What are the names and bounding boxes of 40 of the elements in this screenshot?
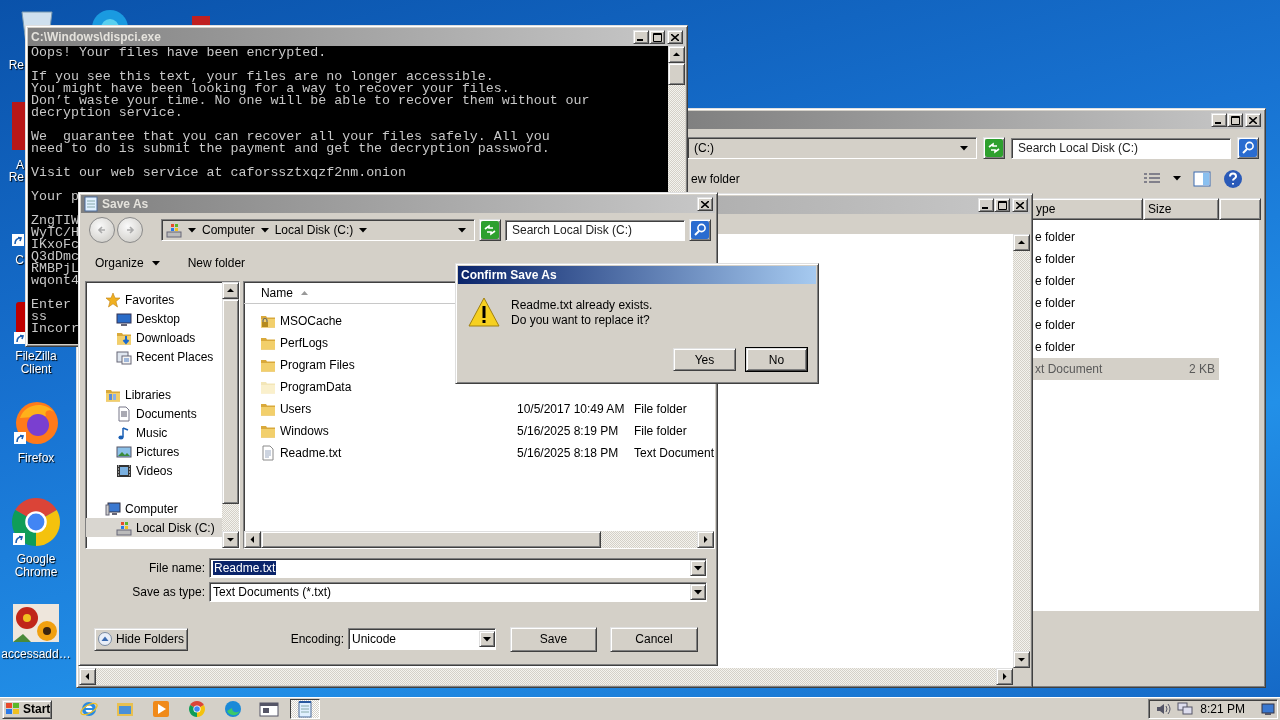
window-title: C:\Windows\dispci.exe	[31, 30, 162, 44]
date-modified: 5/16/2025 8:19 PM	[516, 424, 620, 438]
console-line: Enter	[31, 299, 71, 311]
file-type: File folder	[633, 424, 687, 438]
date-modified: 5/16/2025 8:18 PM	[516, 446, 620, 460]
console-line: If you see this text, your files are no longer accessible.	[31, 71, 494, 83]
console-line: wqont4	[31, 275, 79, 287]
message-text: Readme.txt already exists.	[511, 298, 653, 312]
console-line: Q3dDmc	[31, 251, 79, 263]
clock: 8:21 PM	[1200, 702, 1245, 716]
console-line: IKxoFc	[31, 239, 79, 251]
file-name: Windows	[279, 424, 329, 438]
console-line: Incorr	[31, 323, 79, 335]
date-modified: 10/5/2017 10:49 AM	[516, 402, 626, 416]
console-line: We guarantee that you can recover all your files safely. All you	[31, 131, 550, 143]
message-text: Do you want to replace it?	[511, 313, 651, 327]
field-label: File name:	[147, 561, 206, 575]
console-line: Oops! Your files have been encrypted.	[31, 47, 327, 59]
console-line: ZngTIW	[31, 215, 79, 227]
console-line: ss	[31, 311, 47, 323]
console-line: Your p	[31, 191, 79, 203]
file-type: Text Document	[633, 446, 714, 460]
console-line: Visit our web service at caforssztxqzf2nm.onion	[31, 167, 407, 179]
file-name: ProgramData	[279, 380, 352, 394]
file-name: PerfLogs	[279, 336, 328, 350]
field-label: Encoding:	[290, 632, 344, 646]
window-title: Confirm Save As	[461, 268, 558, 282]
file-type: File folder	[633, 402, 687, 416]
file-name: Users	[279, 402, 312, 416]
file-name: MSOCache	[279, 314, 342, 328]
console-line: WyTC/H	[31, 227, 79, 239]
console-line: Don’t waste your time. No one will be able to recover them without our	[31, 95, 590, 107]
console-line: decryption service.	[31, 107, 183, 119]
console-line: You might have been looking for a way to recover your files.	[31, 83, 510, 95]
console-line: RMBPjL	[31, 263, 79, 275]
file-name: Readme.txt	[279, 446, 342, 460]
file-name: Program Files	[279, 358, 355, 372]
console-line: need to do is submit the payment and get the decryption password.	[31, 143, 550, 155]
window-title: Save As	[102, 197, 150, 211]
field-label: Save as type:	[131, 585, 206, 599]
